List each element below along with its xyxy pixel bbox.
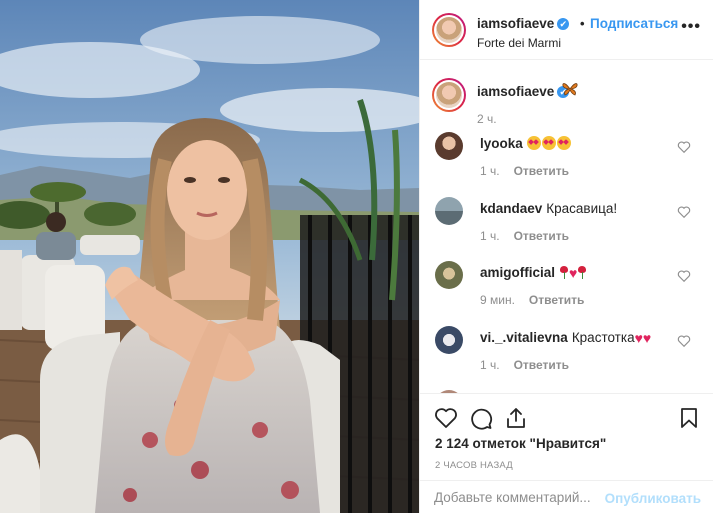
reply-button[interactable]: Ответить <box>514 358 569 372</box>
photo-illustration <box>0 0 419 513</box>
commenter-username[interactable]: kdandaev <box>480 201 542 216</box>
comment-time[interactable]: 1 ч. <box>480 358 500 372</box>
caption-username[interactable]: iamsofiaeve ✔ <box>477 84 570 99</box>
comment-item: kdandaev Красавица! 1 ч. Ответить <box>420 197 713 261</box>
reply-button[interactable]: Ответить <box>514 164 569 178</box>
comment-time[interactable]: 1 ч. <box>480 229 500 243</box>
publish-button[interactable]: Опубликовать <box>605 491 701 506</box>
comment-meta: 9 мин. Ответить <box>480 293 584 307</box>
comment-item: amigofficial ♥ 9 мин. Ответить <box>420 261 713 325</box>
commenter-username[interactable]: amigofficial <box>480 265 555 280</box>
comment-input[interactable] <box>434 490 614 505</box>
comment-item: vi._.vitalievna Крастотка♥♥ 1 ч. Ответить <box>420 326 713 390</box>
comment-text: lyooka <box>480 136 572 151</box>
red-heart-icon: ♥ <box>569 265 578 281</box>
reply-button[interactable]: Ответить <box>529 293 584 307</box>
like-comment-heart-icon[interactable] <box>677 269 691 283</box>
heart-eyes-icon <box>556 136 571 150</box>
add-comment-bar: Опубликовать <box>420 480 713 513</box>
heart-outline-icon[interactable] <box>434 406 458 430</box>
comment-item: lyooka 1 ч. Ответить <box>420 132 713 196</box>
heart-eyes-icon <box>526 136 541 150</box>
commenter-avatar[interactable] <box>435 197 463 225</box>
comments-list[interactable]: iamsofiaeve ✔ 2 ч. lyooka 1 ч. Ответить kd… <box>420 60 713 393</box>
comment-meta: 1 ч. Ответить <box>480 164 569 178</box>
comment-meta: 1 ч. Ответить <box>480 229 569 243</box>
like-comment-heart-icon[interactable] <box>677 205 691 219</box>
rose-icon <box>578 266 587 279</box>
post-side-panel: iamsofiaeve ✔ • Подписаться Forte dei Mar… <box>419 0 713 513</box>
comment-icon[interactable] <box>469 406 493 430</box>
reply-button[interactable]: Ответить <box>514 229 569 243</box>
bookmark-icon[interactable] <box>677 406 701 430</box>
location-link[interactable]: Forte dei Marmi <box>477 36 561 50</box>
comment-time[interactable]: 1 ч. <box>480 164 500 178</box>
commenter-avatar[interactable] <box>435 326 463 354</box>
rose-icon <box>560 266 569 279</box>
butterfly-icon <box>562 83 578 96</box>
caption-author-avatar[interactable] <box>432 78 466 112</box>
separator-dot: • <box>580 16 585 31</box>
post-header: iamsofiaeve ✔ • Подписаться Forte dei Mar… <box>420 0 713 60</box>
comment-body: Красавица! <box>546 201 618 216</box>
post-age[interactable]: 2 ЧАСОВ НАЗАД <box>435 460 513 471</box>
author-username[interactable]: iamsofiaeve ✔ <box>477 16 570 31</box>
comment-text: vi._.vitalievna Крастотка♥♥ <box>480 330 651 345</box>
likes-count[interactable]: 2 124 отметок "Нравится" <box>435 436 606 451</box>
post-actions: 2 124 отметок "Нравится" 2 ЧАСОВ НАЗАД О… <box>420 393 713 513</box>
comment-text: amigofficial ♥ <box>480 265 587 280</box>
commenter-avatar[interactable] <box>435 132 463 160</box>
post-photo[interactable] <box>0 0 419 513</box>
share-icon[interactable] <box>504 406 528 430</box>
commenter-username[interactable]: lyooka <box>480 136 523 151</box>
comment-body: Крастотка <box>571 330 635 345</box>
heart-eyes-icon <box>541 136 556 150</box>
sparkling-heart-icon: ♥ <box>642 330 652 346</box>
follow-button[interactable]: Подписаться <box>590 16 678 31</box>
commenter-avatar[interactable] <box>435 261 463 289</box>
verified-badge-icon: ✔ <box>557 18 570 30</box>
like-comment-heart-icon[interactable] <box>677 140 691 154</box>
more-options-icon[interactable]: ••• <box>681 18 701 36</box>
commenter-username[interactable]: vi._.vitalievna <box>480 330 568 345</box>
author-avatar[interactable] <box>432 13 466 47</box>
comment-time[interactable]: 9 мин. <box>480 293 515 307</box>
caption-timestamp[interactable]: 2 ч. <box>477 112 497 126</box>
comment-meta: 1 ч. Ответить <box>480 358 569 372</box>
like-comment-heart-icon[interactable] <box>677 334 691 348</box>
sparkling-heart-icon: ♥ <box>634 330 643 346</box>
comment-text: kdandaev Красавица! <box>480 201 617 216</box>
